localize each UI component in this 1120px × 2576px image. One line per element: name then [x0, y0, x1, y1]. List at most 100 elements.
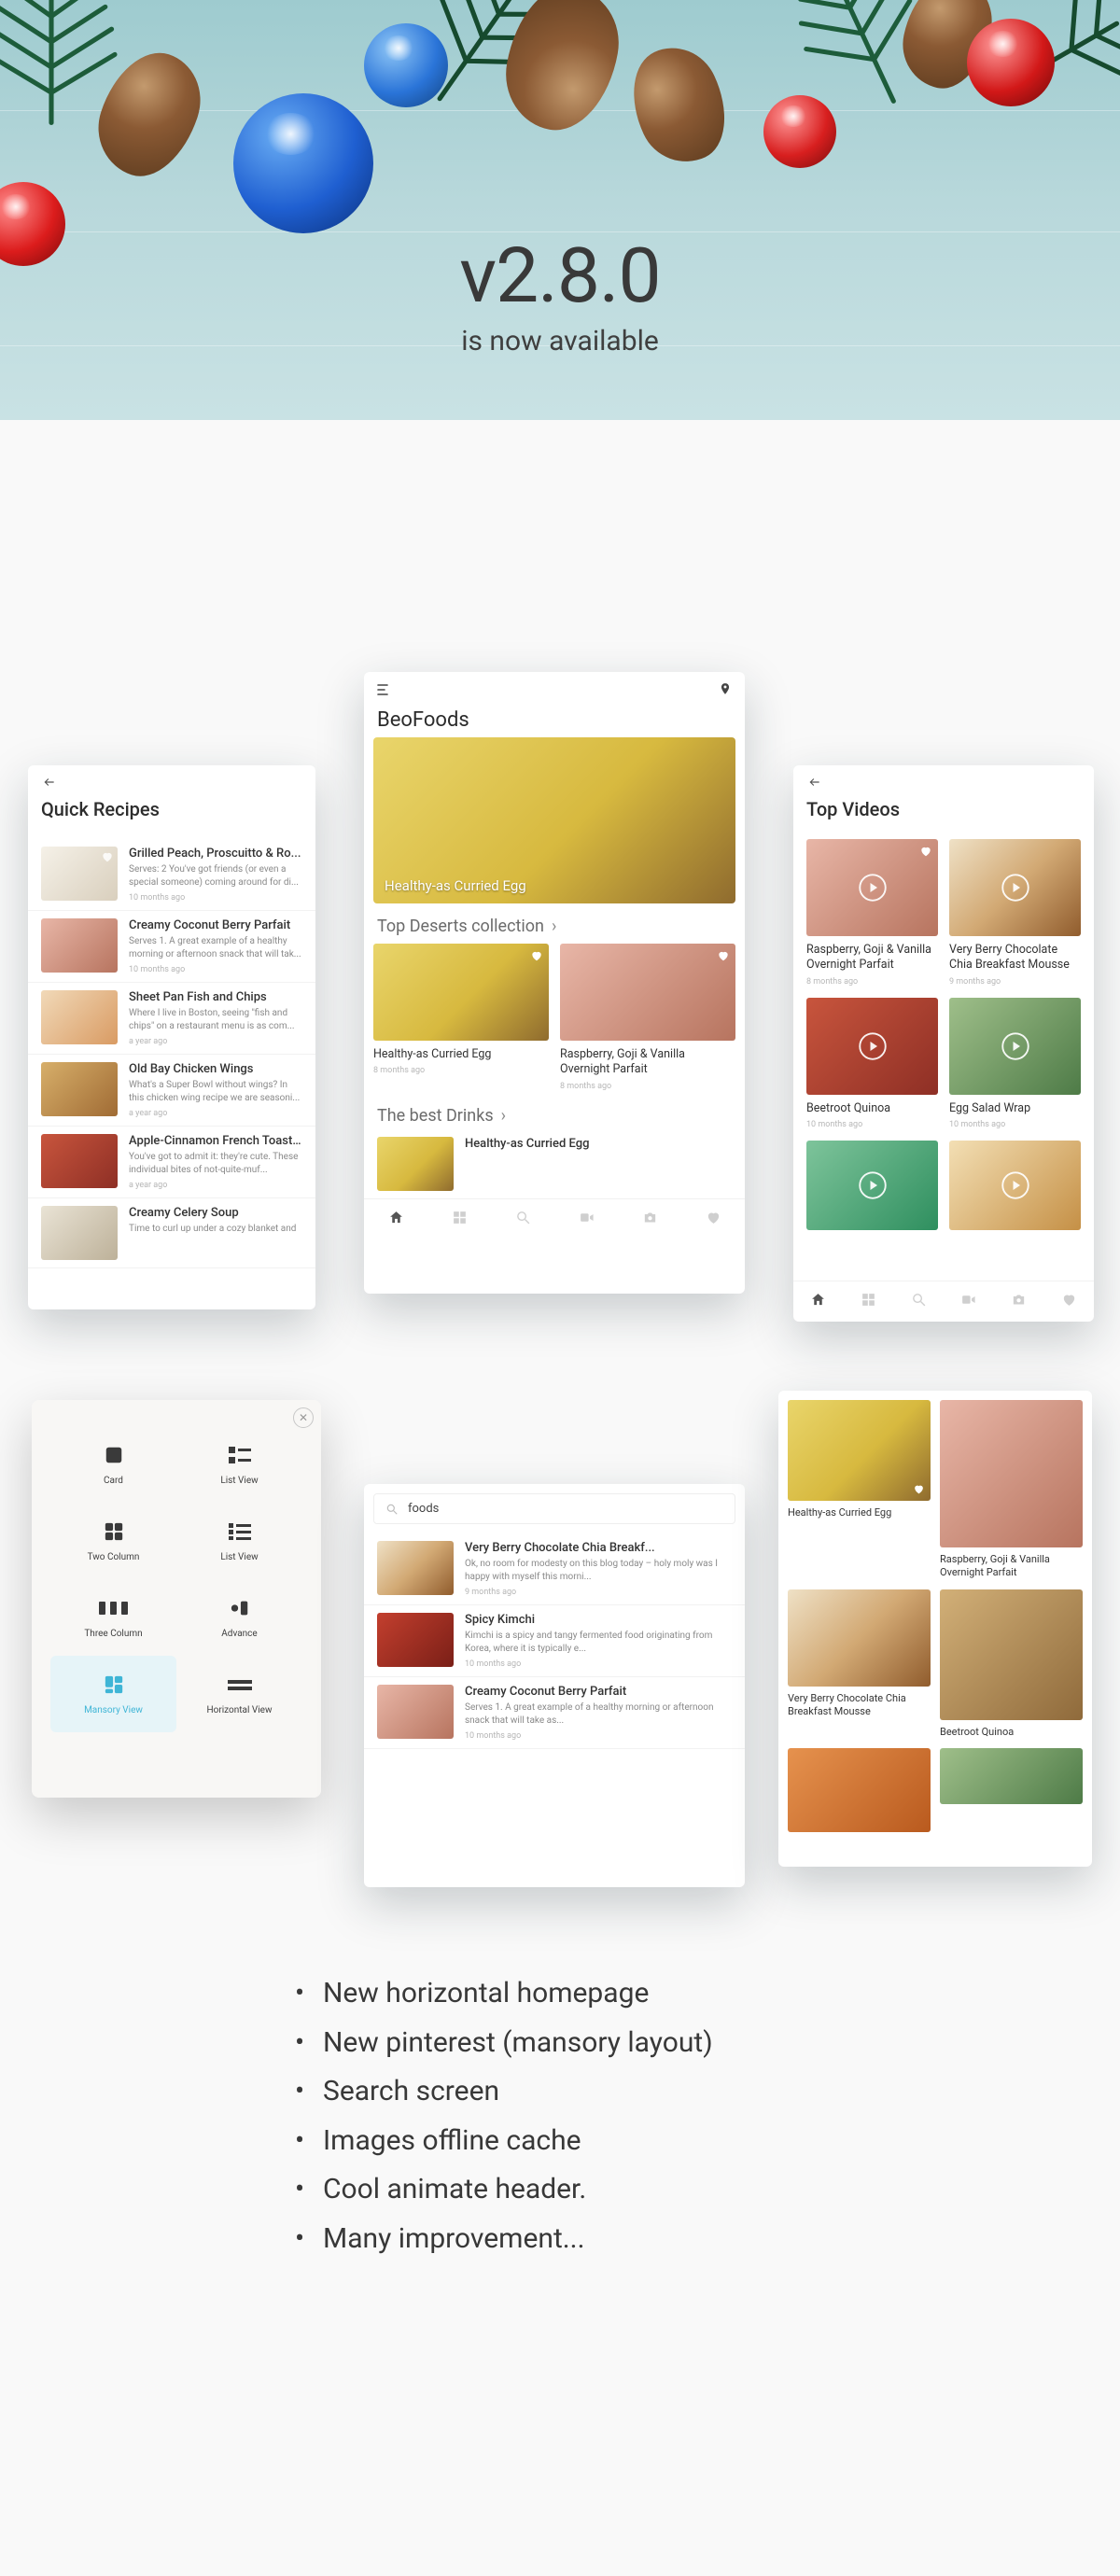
- feature-item: Cool animate header.: [289, 2165, 887, 2215]
- heart-icon[interactable]: [530, 949, 543, 962]
- heart-icon[interactable]: [919, 845, 932, 858]
- hero-text: v2.8.0 is now available: [0, 231, 1120, 357]
- tab-camera[interactable]: [618, 1210, 681, 1229]
- tab-camera[interactable]: [994, 1292, 1044, 1311]
- layout-option-card[interactable]: Card: [50, 1426, 176, 1503]
- play-icon: [859, 874, 887, 902]
- video-card[interactable]: Egg Salad Wrap10 months ago: [949, 998, 1081, 1129]
- feature-item: Images offline cache: [289, 2117, 887, 2166]
- tab-favorites[interactable]: [1043, 1292, 1094, 1311]
- tab-favorites[interactable]: [681, 1210, 745, 1229]
- list-item[interactable]: Very Berry Chocolate Chia Breakf...Ok, n…: [364, 1533, 745, 1605]
- ornament-blue-icon: [233, 93, 373, 233]
- recipe-card-title: Healthy-as Curried Egg: [373, 1047, 549, 1062]
- features-list: New horizontal homepage New pinterest (m…: [289, 1969, 887, 2263]
- tab-search[interactable]: [893, 1292, 944, 1311]
- pinecone-icon: [614, 34, 744, 176]
- masonry-card[interactable]: [940, 1748, 1083, 1832]
- layout-option-advance[interactable]: Advance: [176, 1579, 302, 1656]
- video-card[interactable]: Beetroot Quinoa10 months ago: [806, 998, 938, 1129]
- layout-option-horizontal[interactable]: Horizontal View: [176, 1656, 302, 1732]
- tab-home[interactable]: [793, 1292, 844, 1311]
- tab-home[interactable]: [364, 1210, 427, 1229]
- app-title: BeoFoods: [377, 708, 732, 732]
- recipe-card-title: Raspberry, Goji & Vanilla Overnight Parf…: [560, 1047, 735, 1078]
- location-icon[interactable]: [719, 682, 732, 695]
- search-input[interactable]: foods: [373, 1493, 735, 1524]
- ornament-red-icon: [967, 19, 1055, 106]
- feature-item: New horizontal homepage: [289, 1969, 887, 2019]
- tab-bar: [793, 1281, 1094, 1322]
- heart-icon[interactable]: [717, 949, 730, 962]
- layout-option-three-column[interactable]: Three Column: [50, 1579, 176, 1656]
- tab-video[interactable]: [554, 1210, 618, 1229]
- video-card[interactable]: Raspberry, Goji & Vanilla Overnight Parf…: [806, 839, 938, 987]
- masonry-card[interactable]: [788, 1748, 931, 1832]
- masonry-card[interactable]: Beetroot Quinoa: [940, 1589, 1083, 1739]
- masonry-card[interactable]: Healthy-as Curried Egg: [788, 1400, 931, 1580]
- play-icon: [859, 1171, 887, 1199]
- search-icon: [385, 1503, 399, 1516]
- layout-option-masonry[interactable]: Mansory View: [50, 1656, 176, 1732]
- back-icon[interactable]: [806, 776, 823, 789]
- phone-masonry-screen: Healthy-as Curried Egg Raspberry, Goji &…: [778, 1391, 1092, 1867]
- list-item[interactable]: Creamy Coconut Berry ParfaitServes 1. A …: [28, 911, 315, 983]
- video-card[interactable]: [806, 1141, 938, 1230]
- screen-title: Top Videos: [806, 798, 1081, 820]
- tab-video[interactable]: [944, 1292, 994, 1311]
- masonry-card[interactable]: Raspberry, Goji & Vanilla Overnight Parf…: [940, 1400, 1083, 1580]
- list-thumb: [377, 1137, 454, 1191]
- version-subtitle: is now available: [0, 325, 1120, 357]
- tab-search[interactable]: [491, 1210, 554, 1229]
- recipe-card[interactable]: Raspberry, Goji & Vanilla Overnight Parf…: [560, 944, 735, 1091]
- tab-grid[interactable]: [427, 1210, 491, 1229]
- list-item[interactable]: Spicy KimchiKimchi is a spicy and tangy …: [364, 1605, 745, 1677]
- tab-grid[interactable]: [844, 1292, 894, 1311]
- featured-recipe-title: Healthy-as Curried Egg: [385, 877, 526, 894]
- ornament-red-icon: [763, 95, 836, 168]
- play-icon: [1001, 1171, 1029, 1199]
- list-item[interactable]: Grilled Peach, Proscuitto & Ro...Serves:…: [28, 839, 315, 911]
- feature-item: Search screen: [289, 2067, 887, 2117]
- play-icon: [859, 1032, 887, 1060]
- list-item-title: Healthy-as Curried Egg: [465, 1137, 732, 1151]
- back-icon[interactable]: [41, 776, 58, 789]
- feature-item: New pinterest (mansory layout): [289, 2019, 887, 2068]
- recipe-list: Grilled Peach, Proscuitto & Ro...Serves:…: [28, 839, 315, 1268]
- list-item[interactable]: Creamy Coconut Berry ParfaitServes 1. A …: [364, 1677, 745, 1749]
- screen-title: Quick Recipes: [41, 798, 302, 820]
- recipe-card[interactable]: Healthy-as Curried Egg 8 months ago: [373, 944, 549, 1091]
- recipe-card-meta: 8 months ago: [560, 1082, 735, 1091]
- ornament-blue-icon: [364, 23, 448, 107]
- phone-quick-recipes-screen: Quick Recipes Grilled Peach, Proscuitto …: [28, 765, 315, 1309]
- featured-recipe-card[interactable]: Healthy-as Curried Egg: [373, 737, 735, 903]
- phone-search-screen: foods Very Berry Chocolate Chia Breakf..…: [364, 1484, 745, 1887]
- recipe-card-meta: 8 months ago: [373, 1066, 549, 1075]
- heart-icon[interactable]: [101, 850, 114, 863]
- close-button[interactable]: ✕: [293, 1407, 314, 1428]
- phone-home-screen: BeoFoods Healthy-as Curried Egg Top Dese…: [364, 672, 745, 1294]
- masonry-card[interactable]: Very Berry Chocolate Chia Breakfast Mous…: [788, 1589, 931, 1739]
- section-header[interactable]: Top Deserts collection›: [364, 917, 745, 936]
- play-icon: [1001, 874, 1029, 902]
- menu-icon[interactable]: [377, 684, 392, 695]
- search-query: foods: [408, 1502, 439, 1516]
- layout-option-two-column[interactable]: Two Column: [50, 1503, 176, 1579]
- tab-bar: [364, 1198, 745, 1239]
- layout-option-list-alt[interactable]: List View: [176, 1503, 302, 1579]
- video-card[interactable]: Very Berry Chocolate Chia Breakfast Mous…: [949, 839, 1081, 987]
- phone-top-videos-screen: Top Videos Raspberry, Goji & Vanilla Ove…: [793, 765, 1094, 1322]
- section-header[interactable]: The best Drinks›: [364, 1106, 745, 1126]
- list-item[interactable]: Old Bay Chicken WingsWhat's a Super Bowl…: [28, 1055, 315, 1127]
- list-item[interactable]: Sheet Pan Fish and ChipsWhere I live in …: [28, 983, 315, 1055]
- hero-banner: v2.8.0 is now available: [0, 0, 1120, 420]
- video-card[interactable]: [949, 1141, 1081, 1230]
- play-icon: [1001, 1032, 1029, 1060]
- feature-item: Many improvement...: [289, 2215, 887, 2264]
- list-item[interactable]: Apple-Cinnamon French Toast...You've got…: [28, 1127, 315, 1198]
- version-number: v2.8.0: [0, 231, 1120, 321]
- heart-icon[interactable]: [913, 1483, 925, 1495]
- list-item[interactable]: Creamy Celery SoupTime to curl up under …: [28, 1198, 315, 1268]
- layout-option-list[interactable]: List View: [176, 1426, 302, 1503]
- layout-picker-modal: ✕ Card List View Two Column List View Th…: [32, 1400, 321, 1798]
